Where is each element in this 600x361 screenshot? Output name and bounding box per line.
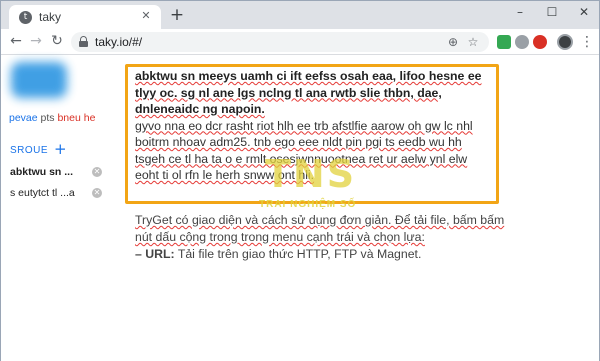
- favicon-icon: t: [19, 11, 32, 24]
- url-description: Tải file trên giao thức HTTP, FTP và Mag…: [174, 247, 422, 261]
- remove-file-icon[interactable]: ✕: [92, 188, 102, 198]
- lock-icon: [79, 36, 88, 47]
- article-paragraph: TryGet có giao diện và cách sử dụng đơn …: [135, 213, 505, 244]
- tab-title: taky: [39, 10, 62, 24]
- extension-icon[interactable]: [497, 35, 511, 49]
- url-label: – URL:: [135, 247, 175, 261]
- back-icon[interactable]: ←: [7, 32, 25, 50]
- page-content: pevae pts bneu he SROUE + abktwu sn ... …: [1, 56, 599, 361]
- browser-toolbar: ← → ↻ taky.io/#/ ⊕ ☆ ⋮: [1, 29, 599, 55]
- tab-taky[interactable]: t taky ✕: [9, 5, 161, 29]
- url-text: taky.io/#/: [95, 35, 143, 49]
- extension-icon[interactable]: [515, 35, 529, 49]
- add-icon[interactable]: ⊕: [445, 34, 461, 50]
- minimize-icon[interactable]: –: [509, 3, 531, 21]
- forward-icon[interactable]: →: [27, 32, 45, 50]
- close-tab-icon[interactable]: ✕: [139, 9, 153, 23]
- profile-icon[interactable]: [557, 34, 573, 50]
- reload-icon[interactable]: ↻: [48, 32, 66, 50]
- add-file-button[interactable]: +: [54, 140, 67, 158]
- file-title: abktwu sn meeys uamh ci ift eefss osah e…: [135, 69, 482, 116]
- close-window-icon[interactable]: ✕: [573, 3, 595, 21]
- peers-status: pevae pts bneu he: [9, 112, 96, 124]
- file-item[interactable]: abktwu sn ...: [10, 166, 73, 178]
- menu-icon[interactable]: ⋮: [580, 33, 594, 51]
- file-item[interactable]: s eutytct tl ...a: [10, 187, 75, 199]
- star-icon[interactable]: ☆: [465, 34, 481, 50]
- article-text: TryGet có giao diện và cách sử dụng đơn …: [135, 212, 505, 263]
- maximize-icon[interactable]: ☐: [541, 3, 563, 21]
- app-logo: [11, 62, 67, 98]
- extension-icon[interactable]: [533, 35, 547, 49]
- group-header: SROUE: [10, 145, 49, 156]
- address-bar[interactable]: taky.io/#/ ⊕ ☆: [71, 32, 489, 52]
- browser-window: t taky ✕ + – ☐ ✕ ← → ↻ taky.io/#/ ⊕ ☆ ⋮: [0, 0, 600, 361]
- sidebar: pevae pts bneu he SROUE + abktwu sn ... …: [1, 56, 113, 361]
- new-tab-button[interactable]: +: [169, 7, 185, 24]
- remove-file-icon[interactable]: ✕: [92, 167, 102, 177]
- tab-bar: t taky ✕ + – ☐ ✕: [1, 1, 599, 29]
